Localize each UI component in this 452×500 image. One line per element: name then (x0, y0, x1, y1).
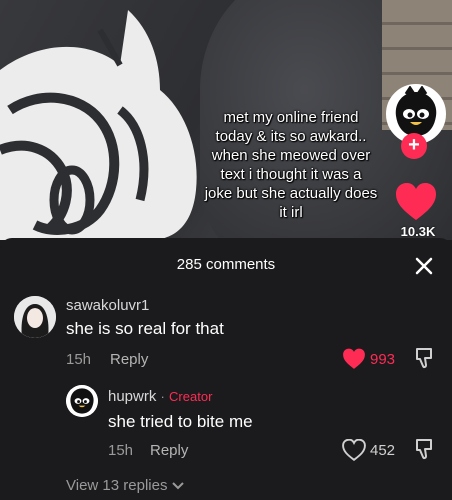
reply-username-row: hupwrk · Creator (108, 388, 212, 405)
reply-like-count: 452 (370, 441, 396, 459)
separator-dot: · (160, 389, 165, 404)
comment-text: she is so real for that (66, 319, 224, 338)
caption-line: text i thought it was a (220, 166, 362, 183)
caption-line: joke but she actually does (204, 185, 378, 202)
reply-time: 15h (108, 442, 134, 459)
reply-like-button[interactable]: 452 (342, 439, 395, 461)
comment-username[interactable]: sawakoluvr1 (66, 297, 149, 314)
caption-line: today & its so awkard.. (215, 128, 367, 145)
view-replies-button[interactable]: View 13 replies (66, 477, 185, 494)
creator-badge: Creator (169, 389, 213, 404)
reply-avatar[interactable] (66, 385, 98, 417)
penguin-character-icon (66, 385, 98, 417)
avatar-girl-icon (14, 296, 56, 338)
heart-outline-icon (342, 439, 366, 461)
reply-button[interactable]: Reply (110, 351, 148, 368)
comments-count-title: 285 comments (176, 256, 276, 273)
reply-username[interactable]: hupwrk (108, 388, 156, 405)
comment-time: 15h (66, 351, 92, 368)
comment-like-count: 993 (370, 350, 396, 368)
video-player[interactable]: met my online friend today & its so awka… (0, 0, 452, 240)
caption-line: it irl (279, 204, 303, 221)
caption-line: met my online friend (223, 109, 359, 126)
heart-icon[interactable] (394, 182, 438, 222)
view-replies-label: View 13 replies (66, 477, 168, 494)
dislike-icon[interactable] (414, 347, 434, 369)
follow-button[interactable]: + (401, 133, 427, 159)
heart-filled-icon (343, 348, 365, 369)
comment-like-button[interactable]: 993 (342, 348, 395, 370)
dislike-icon[interactable] (414, 438, 434, 460)
video-caption: met my online friend today & its so awka… (186, 108, 396, 222)
chevron-down-icon (172, 481, 185, 489)
video-like-count: 10.3K (400, 224, 436, 239)
close-icon[interactable] (412, 254, 436, 278)
reply-text: she tried to bite me (108, 412, 253, 431)
reply-button[interactable]: Reply (150, 442, 188, 459)
commenter-avatar[interactable] (14, 296, 56, 338)
comments-sheet: 285 comments sawakoluvr1 she is so real … (0, 238, 452, 500)
caption-line: when she meowed over (211, 147, 371, 164)
